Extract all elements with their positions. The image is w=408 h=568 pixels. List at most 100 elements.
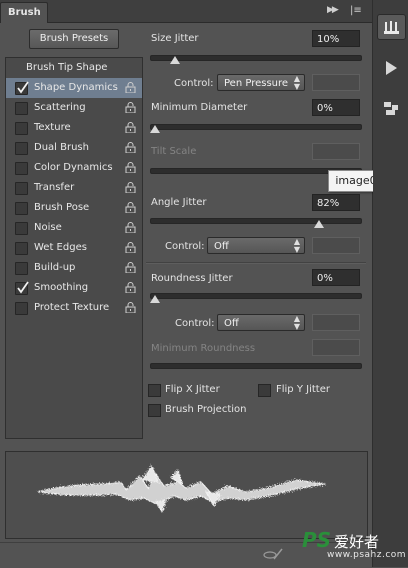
- checkbox[interactable]: [15, 162, 28, 175]
- lock-icon[interactable]: [125, 242, 136, 254]
- roundness-jitter-label: Roundness Jitter: [151, 273, 233, 284]
- minimum-diameter-slider[interactable]: [150, 124, 362, 130]
- lock-icon[interactable]: [125, 202, 136, 214]
- list-item-label: Build-up: [34, 262, 76, 273]
- checkbox[interactable]: [15, 242, 28, 255]
- angle-jitter-slider[interactable]: [150, 218, 362, 224]
- list-item-transfer[interactable]: Transfer: [6, 178, 142, 198]
- control-select-3-value: Off: [224, 318, 239, 329]
- control-select-1[interactable]: Pen Pressure ▲ ▼: [217, 74, 305, 91]
- checkbox[interactable]: [15, 142, 28, 155]
- lock-icon[interactable]: [125, 142, 136, 154]
- roundness-jitter-field[interactable]: 0%: [312, 269, 360, 286]
- checkbox[interactable]: [15, 222, 28, 235]
- minimum-diameter-thumb[interactable]: [150, 125, 160, 133]
- list-item-label: Protect Texture: [34, 302, 110, 313]
- flip-y-jitter-checkbox[interactable]: [258, 384, 271, 397]
- list-item-build-up[interactable]: Build-up: [6, 258, 142, 278]
- tilt-scale-label: Tilt Scale: [151, 146, 197, 157]
- checkbox[interactable]: [15, 202, 28, 215]
- flip-x-jitter-checkbox[interactable]: [148, 384, 161, 397]
- size-jitter-thumb[interactable]: [170, 56, 180, 64]
- checkbox[interactable]: [15, 182, 28, 195]
- checkbox[interactable]: [15, 81, 29, 95]
- panel-dock: [373, 0, 408, 567]
- minimum-roundness-label: Minimum Roundness: [151, 343, 256, 354]
- control-select-3[interactable]: Off ▲ ▼: [217, 314, 305, 331]
- layer-comps-dock-button[interactable]: [377, 96, 404, 120]
- lock-icon[interactable]: [125, 102, 136, 114]
- brush-presets-button[interactable]: Brush Presets: [29, 29, 119, 49]
- lock-icon[interactable]: [125, 282, 136, 294]
- minimum-diameter-field[interactable]: 0%: [312, 99, 360, 116]
- lock-icon[interactable]: [125, 302, 136, 314]
- list-item-scattering[interactable]: Scattering: [6, 98, 142, 118]
- control-select-2[interactable]: Off ▲ ▼: [207, 237, 305, 254]
- flip-y-jitter-label: Flip Y Jitter: [276, 384, 330, 395]
- lock-icon[interactable]: [125, 222, 136, 234]
- angle-jitter-label: Angle Jitter: [151, 197, 207, 208]
- control-select-1-value: Pen Pressure: [224, 78, 289, 89]
- angle-jitter-field[interactable]: 82%: [312, 194, 360, 211]
- brush-panel-dock-button[interactable]: [377, 14, 406, 40]
- brush-settings-list: Brush Tip Shape Shape Dynamics Scattering…: [5, 57, 143, 439]
- list-item-label: Shape Dynamics: [34, 82, 118, 93]
- list-item-protect-texture[interactable]: Protect Texture: [6, 298, 142, 318]
- list-item-noise[interactable]: Noise: [6, 218, 142, 238]
- angle-jitter-thumb[interactable]: [314, 220, 324, 228]
- chevron-updown-icon: ▲ ▼: [293, 237, 300, 254]
- checkbox[interactable]: [15, 302, 28, 315]
- brush-icon: [384, 21, 399, 34]
- panel-menu-icon[interactable]: |≡: [350, 5, 362, 16]
- divider: [146, 262, 366, 264]
- list-item-label: Brush Tip Shape: [26, 62, 108, 73]
- lock-icon[interactable]: [125, 162, 136, 174]
- minimum-roundness-field: [312, 339, 360, 356]
- list-item-brush-tip-shape[interactable]: Brush Tip Shape: [6, 58, 142, 78]
- list-item-label: Smoothing: [34, 282, 89, 293]
- list-item-label: Color Dynamics: [34, 162, 113, 173]
- checkbox[interactable]: [15, 102, 28, 115]
- size-jitter-label: Size Jitter: [151, 33, 199, 44]
- svg-text:PS: PS: [302, 528, 331, 552]
- size-jitter-field[interactable]: 10%: [312, 30, 360, 47]
- brush-projection-checkbox[interactable]: [148, 404, 161, 417]
- eye-brush-icon[interactable]: [262, 547, 284, 561]
- control-2-extra-field: [312, 237, 360, 254]
- list-item-smoothing[interactable]: Smoothing: [6, 278, 142, 298]
- list-item-brush-pose[interactable]: Brush Pose: [6, 198, 142, 218]
- checkbox[interactable]: [15, 281, 29, 295]
- lock-icon[interactable]: [125, 122, 136, 134]
- tab-brush[interactable]: Brush: [0, 2, 48, 23]
- roundness-jitter-thumb[interactable]: [150, 295, 160, 303]
- chevron-updown-icon: ▲ ▼: [293, 314, 300, 331]
- list-item-label: Wet Edges: [34, 242, 87, 253]
- brush-panel: Brush ▶▶ |≡ Brush Presets Brush Tip Shap…: [0, 0, 398, 568]
- list-item-wet-edges[interactable]: Wet Edges: [6, 238, 142, 258]
- roundness-jitter-slider[interactable]: [150, 293, 362, 299]
- list-item-label: Noise: [34, 222, 62, 233]
- brush-projection-label: Brush Projection: [165, 404, 247, 415]
- lock-icon[interactable]: [125, 182, 136, 194]
- panel-tab-bar: Brush ▶▶ |≡: [0, 0, 372, 23]
- chevron-updown-icon: ▲ ▼: [293, 74, 300, 91]
- collapse-icon[interactable]: ▶▶: [327, 5, 339, 15]
- control-label-2: Control:: [165, 241, 205, 252]
- checkbox[interactable]: [15, 262, 28, 275]
- checkbox[interactable]: [15, 122, 28, 135]
- list-item-shape-dynamics[interactable]: Shape Dynamics: [6, 78, 142, 98]
- play-dock-button[interactable]: [377, 56, 404, 80]
- list-item-color-dynamics[interactable]: Color Dynamics: [6, 158, 142, 178]
- list-item-texture[interactable]: Texture: [6, 118, 142, 138]
- list-item-label: Texture: [34, 122, 71, 133]
- play-icon: [386, 61, 397, 75]
- control-label-1: Control:: [174, 78, 214, 89]
- list-item-dual-brush[interactable]: Dual Brush: [6, 138, 142, 158]
- lock-icon[interactable]: [125, 82, 136, 94]
- control-1-extra-field: [312, 74, 360, 91]
- control-3-extra-field: [312, 314, 360, 331]
- lock-icon[interactable]: [125, 262, 136, 274]
- size-jitter-slider[interactable]: [150, 55, 362, 61]
- list-item-label: Dual Brush: [34, 142, 89, 153]
- tilt-scale-field: [312, 143, 360, 160]
